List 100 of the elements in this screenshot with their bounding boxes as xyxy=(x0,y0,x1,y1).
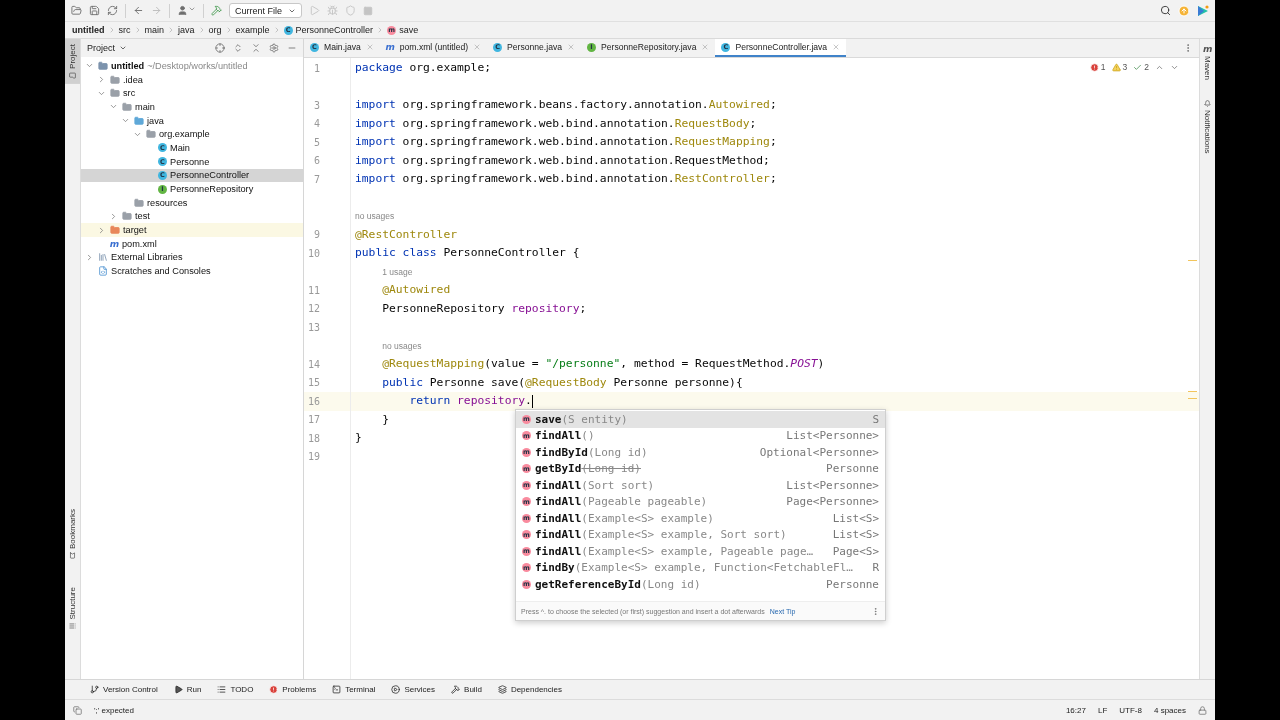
close-icon[interactable] xyxy=(365,43,374,51)
tool-window-button[interactable]: Dependencies xyxy=(497,685,563,694)
expand-all-icon[interactable] xyxy=(233,43,243,53)
collapse-all-icon[interactable] xyxy=(251,43,261,53)
search-icon[interactable] xyxy=(1160,5,1171,16)
tree-item[interactable]: java xyxy=(81,113,303,128)
bookmark-icon xyxy=(69,551,76,559)
run-icon[interactable] xyxy=(309,5,320,16)
user-icon[interactable] xyxy=(177,5,196,16)
tool-window-tab[interactable]: Bookmarks xyxy=(65,503,80,564)
breadcrumb[interactable]: untitled xyxy=(72,25,105,35)
lock-icon[interactable] xyxy=(1198,705,1207,715)
status-item[interactable]: LF xyxy=(1097,705,1108,715)
tree-item[interactable]: .idea xyxy=(81,72,303,87)
coverage-icon[interactable] xyxy=(345,5,356,16)
stop-icon[interactable] xyxy=(363,5,373,16)
tree-item-label: Main xyxy=(170,142,190,153)
line-number: 5 xyxy=(313,136,320,148)
folder-icon xyxy=(122,101,132,112)
editor-tab[interactable]: m pom.xml (untitled) xyxy=(379,39,488,57)
tool-window-tab[interactable]: m Maven xyxy=(1200,39,1215,85)
tree-item-label: untitled xyxy=(111,60,145,71)
tool-window-tab[interactable]: Notifications xyxy=(1200,95,1215,159)
breadcrumb[interactable]: example xyxy=(235,25,270,35)
layout-icon[interactable] xyxy=(73,705,82,715)
code-line: } xyxy=(381,412,389,426)
status-item[interactable]: 16:27 xyxy=(1065,705,1086,715)
code-line: import org.springframework.web.bind.annotation.RequestMapping; xyxy=(355,135,777,148)
hammer-icon xyxy=(451,685,461,694)
more-icon[interactable] xyxy=(871,606,880,616)
tool-window-button[interactable]: Build xyxy=(451,685,482,694)
breadcrumb[interactable]: save xyxy=(399,25,419,35)
tool-window-button[interactable]: Problems xyxy=(269,685,317,694)
tool-window-button[interactable]: TODO xyxy=(217,685,254,694)
typo-count[interactable]: 2 xyxy=(1133,62,1149,72)
tree-item[interactable]: External Libraries xyxy=(81,250,303,265)
bug-icon[interactable] xyxy=(327,5,338,16)
breadcrumb[interactable]: main xyxy=(144,25,164,35)
tool-window-button[interactable]: Version Control xyxy=(90,685,158,694)
settings-icon[interactable] xyxy=(269,43,279,53)
tool-window-button[interactable]: Run xyxy=(173,685,202,694)
close-icon[interactable] xyxy=(832,43,841,51)
tree-item[interactable]: untitled ~/Desktop/works/untitled xyxy=(81,59,303,73)
tool-window-tab[interactable]: Structure xyxy=(65,581,80,634)
save-icon[interactable] xyxy=(89,5,100,16)
tree-item[interactable]: src xyxy=(81,86,303,101)
folder-icon xyxy=(110,88,120,99)
tool-window-button[interactable]: Terminal xyxy=(332,685,376,694)
tree-item[interactable]: target xyxy=(81,223,303,237)
line-number: 15 xyxy=(307,377,320,389)
close-icon[interactable] xyxy=(473,43,482,51)
tree-item[interactable]: m pom.xml xyxy=(81,236,303,251)
maven-icon: m xyxy=(110,239,119,249)
tree-item-label: src xyxy=(123,88,136,99)
tab-label: PersonneController.java xyxy=(735,42,828,52)
logo-icon[interactable] xyxy=(1197,4,1209,17)
code-line: return repository. xyxy=(408,394,532,407)
tab-label: Personne.java xyxy=(507,42,563,52)
tree-item[interactable]: main xyxy=(81,100,303,114)
line-number: 3 xyxy=(313,99,320,111)
line-number: 4 xyxy=(313,118,320,130)
breadcrumb[interactable]: src xyxy=(118,25,131,35)
list-icon xyxy=(217,685,227,694)
close-icon[interactable] xyxy=(567,43,576,51)
code-line: import org.springframework.web.bind.annotation.RequestMethod; xyxy=(355,153,770,167)
update-icon[interactable] xyxy=(1178,4,1190,17)
line-number: 18 xyxy=(307,432,320,444)
maven-icon: m xyxy=(385,42,395,52)
run-configuration-dropdown[interactable]: Current File xyxy=(229,3,302,18)
breadcrumb[interactable]: java xyxy=(178,25,195,35)
tree-item-label: External Libraries xyxy=(111,252,183,263)
close-icon[interactable] xyxy=(701,43,710,51)
tree-item[interactable]: org.example xyxy=(81,127,303,142)
usage-hint[interactable]: no usages xyxy=(382,340,422,351)
check-icon xyxy=(1133,62,1143,72)
forward-arrow-icon[interactable] xyxy=(151,5,162,16)
refresh-icon[interactable] xyxy=(107,5,118,16)
tree-item[interactable]: resources xyxy=(81,195,303,210)
breadcrumb[interactable]: org xyxy=(208,25,222,35)
locate-icon[interactable] xyxy=(215,43,225,53)
library-icon xyxy=(98,252,108,263)
tree-item[interactable]: Scratches and Consoles xyxy=(81,264,303,278)
tree-item-label: .idea xyxy=(123,74,143,85)
back-arrow-icon[interactable] xyxy=(133,5,144,16)
error-icon xyxy=(1089,62,1099,72)
tool-window-button[interactable]: Services xyxy=(391,685,436,694)
warning-count[interactable]: 3 xyxy=(1111,62,1128,72)
line-number: 11 xyxy=(307,284,320,296)
tree-item[interactable]: test xyxy=(81,209,303,224)
hammer-icon[interactable] xyxy=(211,5,222,16)
tool-window-tab[interactable]: Project xyxy=(65,39,80,84)
status-item[interactable]: UTF-8 xyxy=(1119,705,1142,715)
breadcrumb[interactable]: PersonneController xyxy=(295,25,374,35)
open-folder-icon[interactable] xyxy=(71,5,82,16)
status-item[interactable]: 4 spaces xyxy=(1153,705,1186,715)
error-count[interactable]: 1 xyxy=(1089,62,1106,72)
usage-hint[interactable]: 1 usage xyxy=(382,266,413,277)
usage-hint[interactable]: no usages xyxy=(355,211,395,221)
tree-item-label: java xyxy=(147,115,164,126)
code-line: public Personne save(@RequestBody Personne personne){ xyxy=(381,375,743,389)
